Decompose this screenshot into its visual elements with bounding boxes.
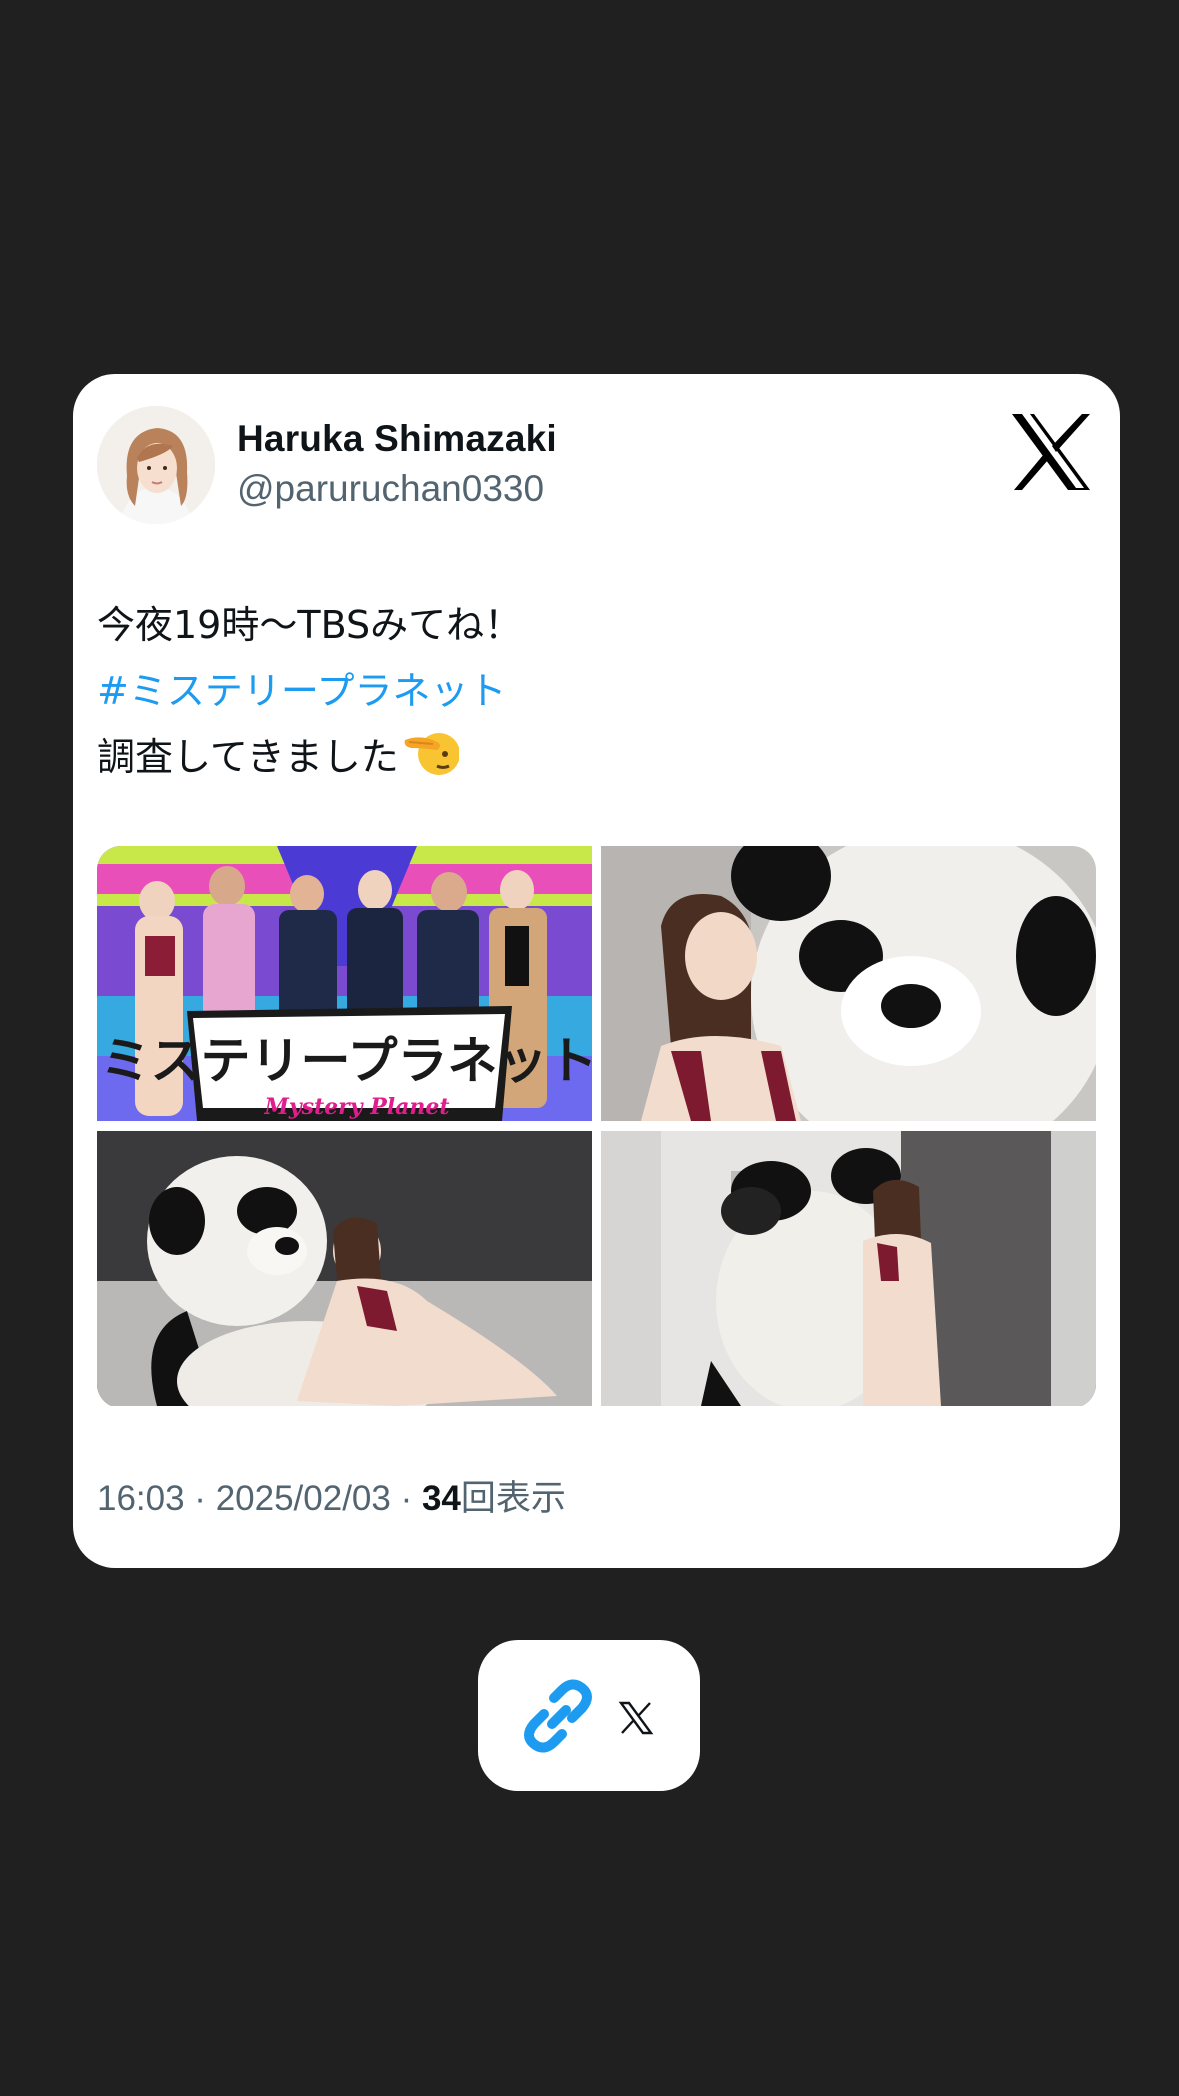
link-icon[interactable] — [516, 1674, 600, 1758]
media-photo-panda-hug[interactable] — [601, 846, 1096, 1121]
views-label: 回表示 — [460, 1479, 566, 1518]
tweet-timestamp[interactable]: 16:03 · 2025/02/03 · — [97, 1479, 422, 1518]
tweet-text-line: 今夜19時〜TBSみてね！ — [97, 603, 523, 647]
media-photo-cast-poster[interactable]: ミステリープラネット Mystery Planet — [97, 846, 592, 1121]
hashtag-link[interactable]: #ミステリープラネット — [97, 658, 522, 724]
tweet-meta: 16:03 · 2025/02/03 · 34回表示 — [97, 1470, 566, 1521]
share-button[interactable] — [478, 1640, 700, 1791]
tweet-text-line: 調査してきました — [97, 735, 399, 779]
x-logo-icon — [618, 1700, 654, 1736]
author-name[interactable]: Haruka Shimazaki — [237, 418, 557, 460]
avatar[interactable] — [97, 406, 215, 524]
tweet-text-line-with-emoji: 調査してきました — [97, 724, 522, 790]
views-count: 34 — [421, 1479, 461, 1518]
tweet-text: 今夜19時〜TBSみてね！ #ミステリープラネット 調査してきました — [97, 592, 522, 790]
page: Haruka Shimazaki @paruruchan0330 今夜19時〜T… — [0, 0, 1179, 2096]
saluting-face-icon — [403, 726, 460, 778]
author-handle[interactable]: @paruruchan0330 — [237, 468, 544, 510]
media-logo-subtext: Mystery Planet — [263, 1094, 449, 1120]
media-photo-panda-standing[interactable] — [601, 1131, 1096, 1406]
tweet-card[interactable]: Haruka Shimazaki @paruruchan0330 今夜19時〜T… — [73, 374, 1120, 1568]
x-logo-icon[interactable] — [1010, 412, 1092, 492]
media-logo-text: ミステリープラネット — [101, 1032, 593, 1090]
media-photo-panda-lying[interactable] — [97, 1131, 592, 1406]
media-grid: ミステリープラネット Mystery Planet — [97, 846, 1096, 1408]
